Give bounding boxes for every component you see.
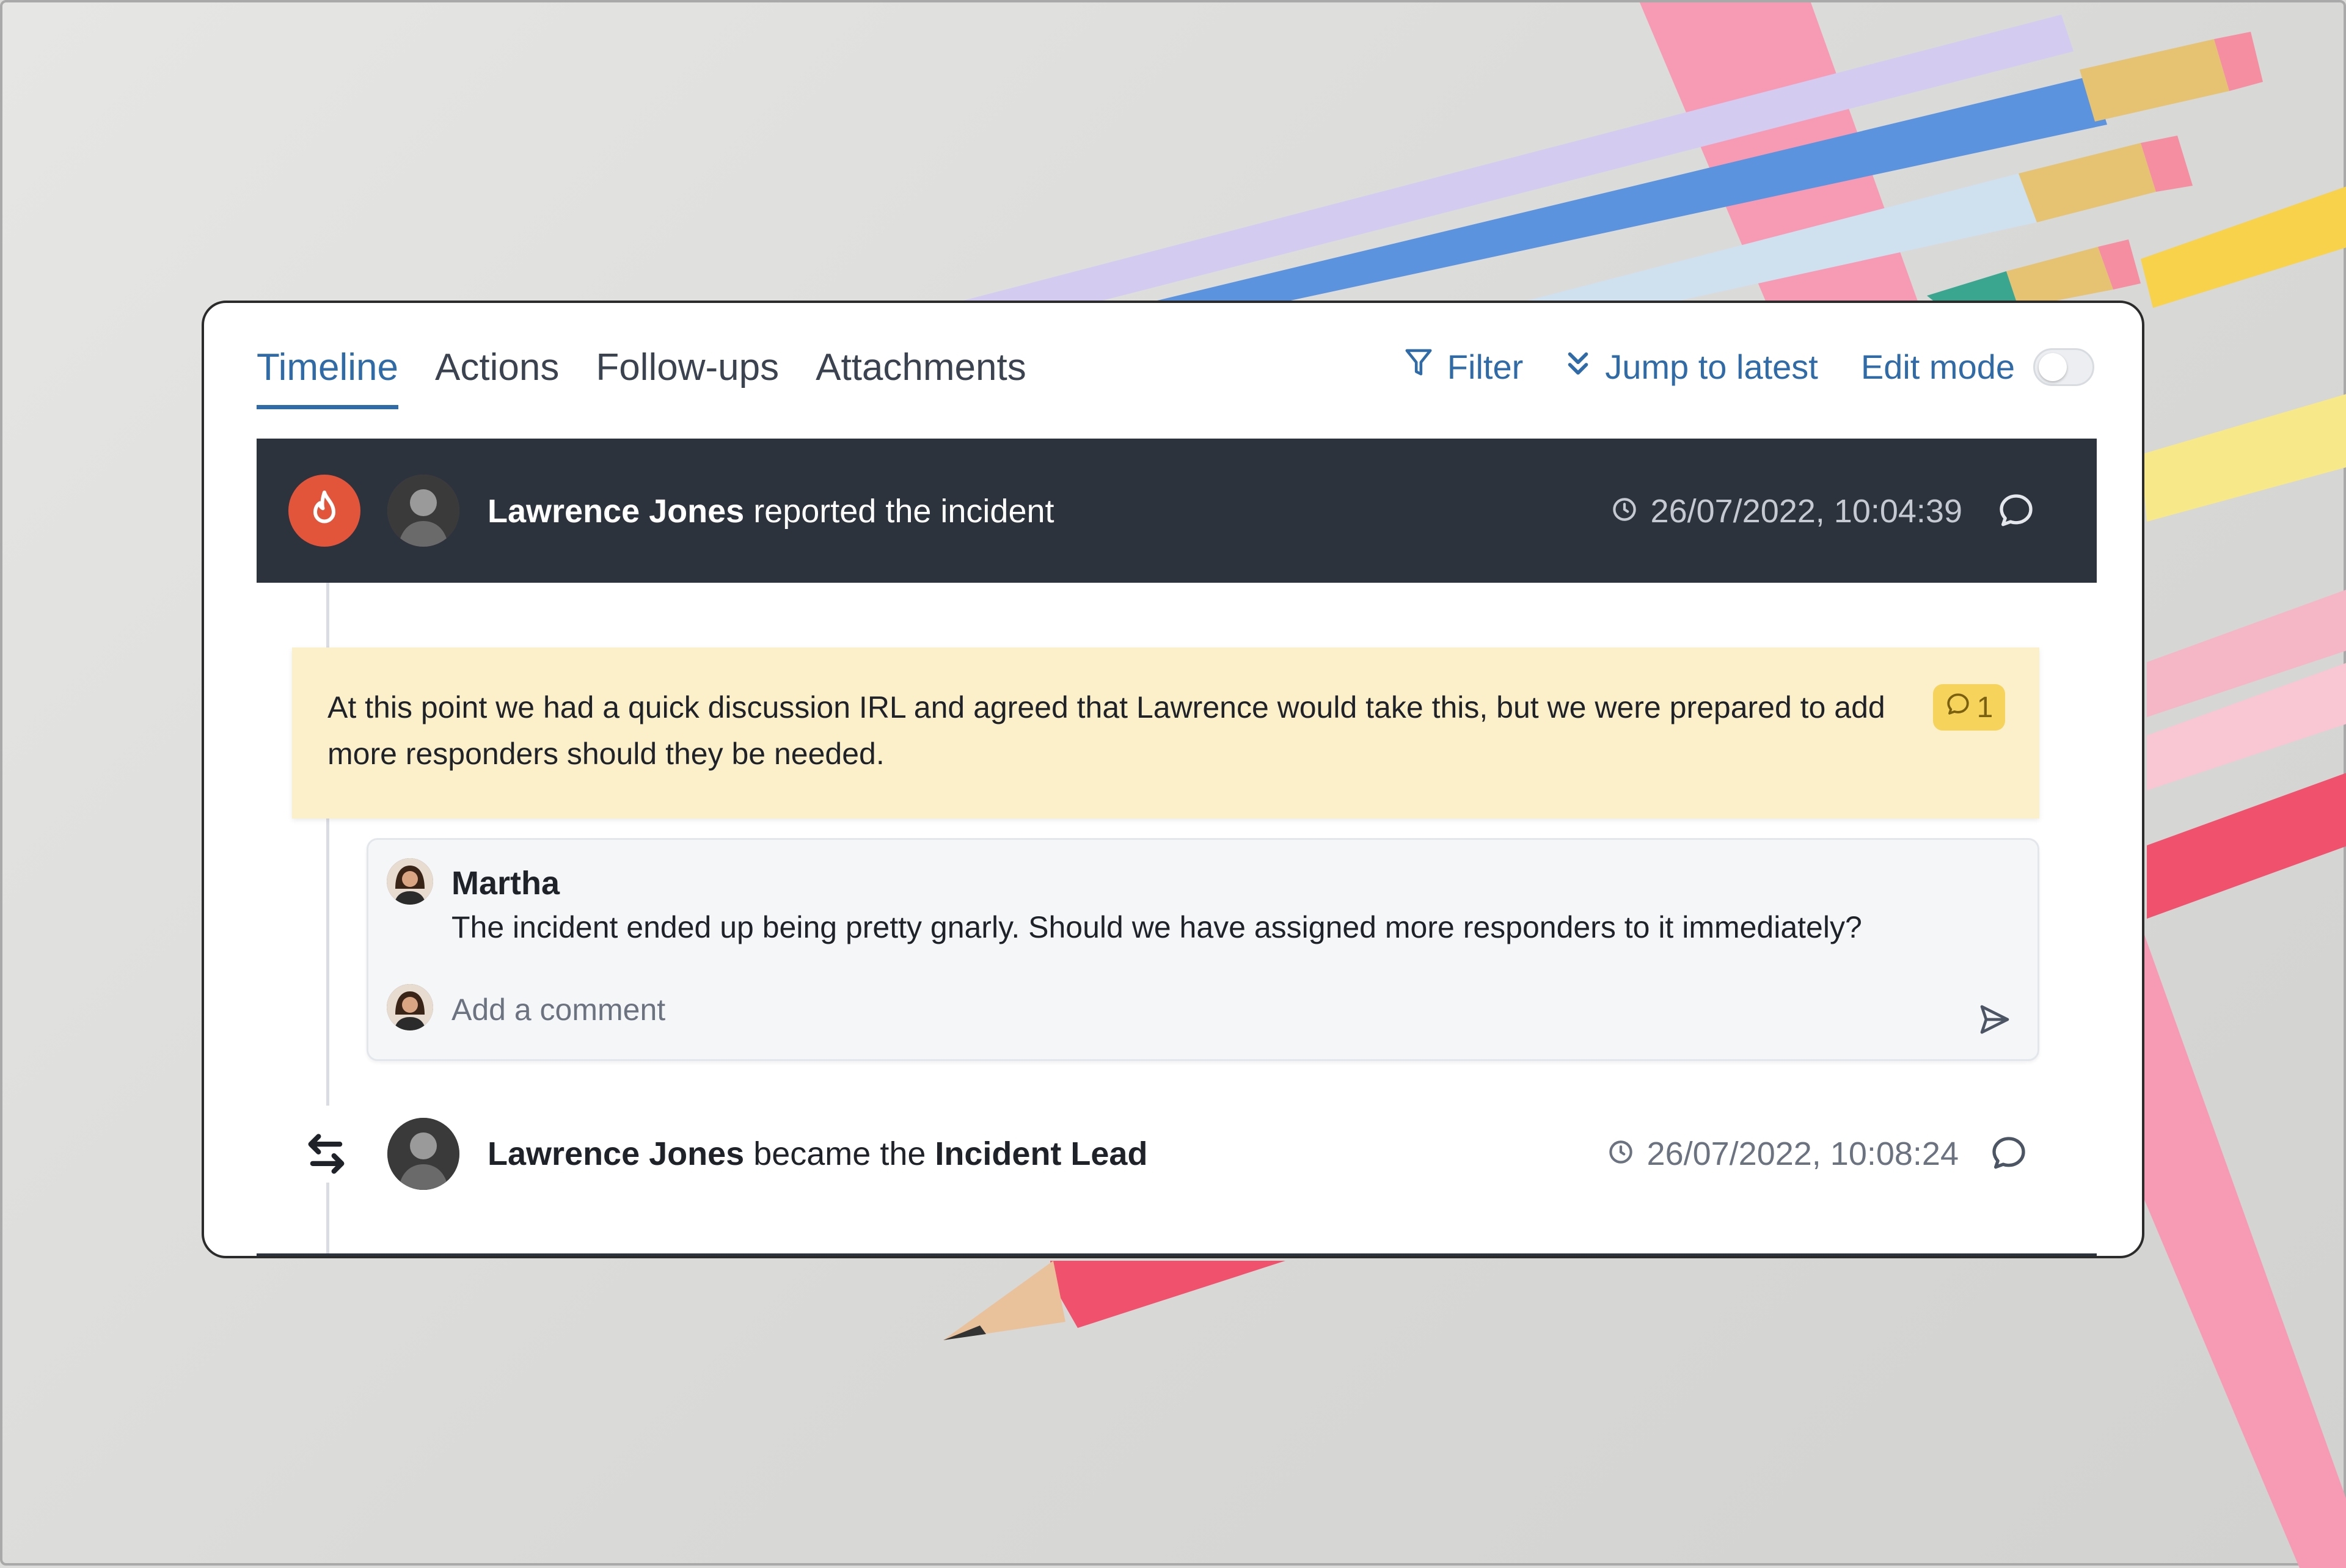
comment-author: Martha	[451, 865, 560, 902]
send-icon[interactable]	[1978, 1002, 2012, 1040]
comment-icon	[1945, 691, 1971, 724]
fire-icon	[288, 475, 360, 547]
avatar	[387, 984, 433, 1030]
tab-follow-ups[interactable]: Follow-ups	[596, 346, 779, 409]
timeline-connector	[326, 1183, 329, 1256]
timeline-connector	[326, 583, 329, 647]
comment-icon[interactable]	[1989, 1134, 2028, 1176]
timestamp-text: 26/07/2022, 10:08:24	[1646, 1136, 1959, 1172]
jump-to-latest-button[interactable]: Jump to latest	[1566, 347, 1818, 387]
double-chevron-down-icon	[1566, 347, 1590, 387]
comment-thread: Martha The incident ended up being prett…	[367, 838, 2039, 1061]
avatar	[387, 858, 433, 905]
tab-timeline[interactable]: Timeline	[257, 346, 398, 409]
event-description: Lawrence Jones became the Incident Lead	[488, 1135, 1147, 1173]
edit-mode-toggle[interactable]	[2033, 348, 2094, 386]
toggle-knob	[2039, 352, 2067, 381]
tab-bar: Timeline Actions Follow-ups Attachments	[257, 346, 1026, 409]
filter-label: Filter	[1447, 348, 1524, 386]
event-role: Incident Lead	[935, 1136, 1148, 1172]
incident-timeline-panel: Timeline Actions Follow-ups Attachments …	[202, 301, 2144, 1258]
jump-to-latest-label: Jump to latest	[1605, 348, 1818, 386]
timeline-event-reported: Lawrence Jones reported the incident 26/…	[257, 439, 2097, 583]
timestamp-text: 26/07/2022, 10:04:39	[1650, 493, 1962, 530]
panel-bottom-edge	[257, 1253, 2097, 1256]
avatar	[387, 1118, 459, 1190]
tab-attachments[interactable]: Attachments	[816, 346, 1026, 409]
event-actor[interactable]: Lawrence Jones	[488, 493, 744, 530]
timeline-note[interactable]: At this point we had a quick discussion …	[292, 647, 2039, 819]
event-timestamp: 26/07/2022, 10:08:24	[1608, 1135, 1959, 1173]
note-text: At this point we had a quick discussion …	[327, 690, 1885, 771]
timeline-toolbar: Filter Jump to latest Edit mode	[1405, 347, 2094, 387]
clock-icon	[1612, 492, 1637, 530]
filter-icon	[1405, 347, 1433, 387]
edit-mode-label: Edit mode	[1860, 348, 2015, 386]
tab-actions[interactable]: Actions	[435, 346, 559, 409]
swap-arrows-icon	[303, 1131, 349, 1180]
event-description: Lawrence Jones reported the incident	[488, 492, 1054, 530]
add-comment-input[interactable]	[451, 985, 1918, 1034]
comment-count: 1	[1976, 691, 1993, 724]
avatar	[387, 475, 459, 547]
event-timestamp: 26/07/2022, 10:04:39	[1612, 492, 1962, 530]
note-comment-count-badge[interactable]: 1	[1933, 684, 2005, 731]
event-actor[interactable]: Lawrence Jones	[488, 1136, 744, 1172]
filter-button[interactable]: Filter	[1405, 347, 1523, 387]
comment-icon[interactable]	[1997, 491, 2036, 533]
timeline-connector	[326, 819, 329, 1106]
event-action: became the	[753, 1136, 926, 1172]
clock-icon	[1608, 1135, 1634, 1173]
comment-body: The incident ended up being pretty gnarl…	[451, 910, 1862, 944]
edit-mode-label-group: Edit mode	[1861, 347, 2015, 387]
event-action: reported the incident	[753, 493, 1054, 530]
